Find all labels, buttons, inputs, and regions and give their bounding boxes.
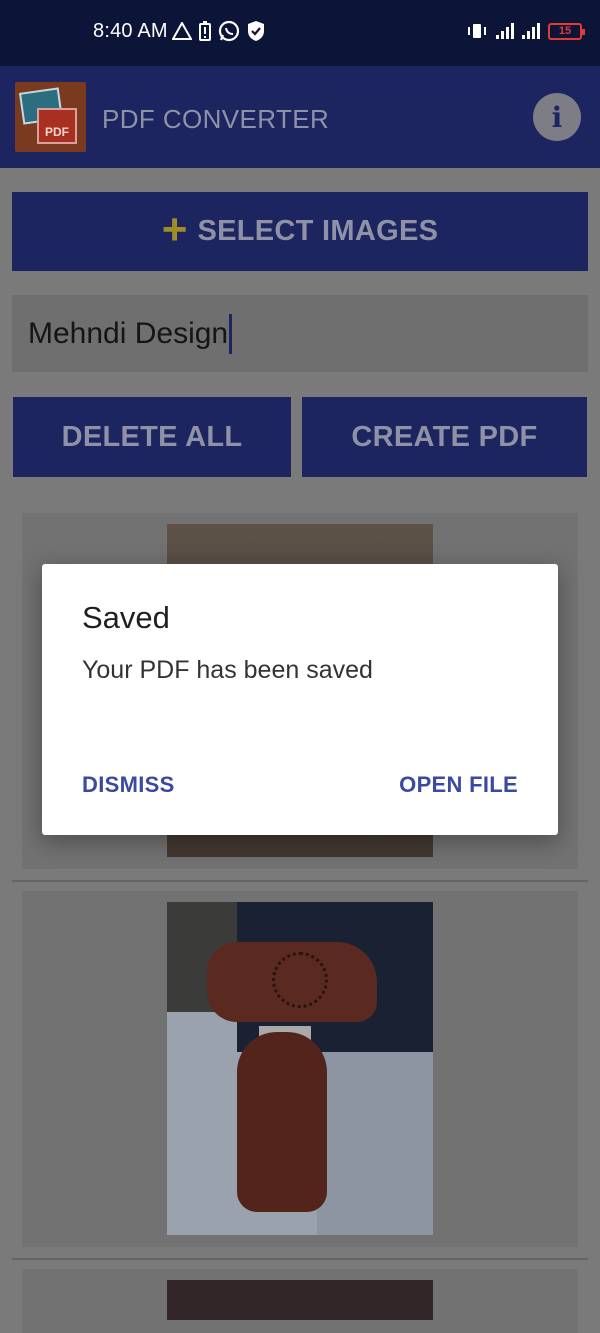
pdf-name-value: Mehndi Design bbox=[28, 316, 229, 350]
delete-all-label: DELETE ALL bbox=[61, 420, 243, 453]
app-bar: PDF PDF CONVERTER i bbox=[0, 66, 600, 168]
create-pdf-button[interactable]: CREATE PDF bbox=[302, 397, 587, 477]
saved-dialog: Saved Your PDF has been saved DISMISS OP… bbox=[42, 564, 558, 835]
whatsapp-icon bbox=[218, 20, 240, 42]
logo-pdf-icon: PDF bbox=[37, 108, 77, 144]
delete-all-button[interactable]: DELETE ALL bbox=[13, 397, 291, 477]
vibrate-icon bbox=[468, 24, 486, 38]
divider bbox=[12, 1258, 588, 1260]
status-icons-left bbox=[172, 20, 266, 42]
text-caret bbox=[229, 313, 233, 354]
thumb-mandala bbox=[272, 952, 328, 1008]
signal-icon-1 bbox=[496, 23, 514, 39]
status-bar: 8:40 AM 15 bbox=[0, 0, 600, 66]
warning-icon bbox=[172, 22, 192, 40]
image-thumbnail-2 bbox=[167, 902, 433, 1235]
app-logo: PDF bbox=[15, 82, 86, 152]
app-title: PDF CONVERTER bbox=[102, 104, 330, 134]
battery-alert-icon bbox=[199, 21, 211, 41]
battery-level: 15 bbox=[558, 25, 572, 37]
plus-icon: + bbox=[161, 204, 188, 254]
open-file-button[interactable]: OPEN FILE bbox=[399, 772, 518, 798]
create-pdf-label: CREATE PDF bbox=[351, 420, 538, 453]
divider bbox=[12, 880, 588, 882]
shield-icon bbox=[248, 21, 264, 41]
thumb-dress-shade bbox=[317, 1032, 433, 1235]
select-images-label: SELECT IMAGES bbox=[197, 215, 439, 247]
logo-text: PDF bbox=[45, 125, 69, 139]
signal-icon-2 bbox=[522, 23, 540, 39]
image-thumbnail-3 bbox=[167, 1280, 433, 1320]
dialog-message: Your PDF has been saved bbox=[82, 656, 373, 684]
select-images-button[interactable]: + SELECT IMAGES bbox=[12, 192, 588, 271]
dialog-title: Saved bbox=[82, 600, 170, 635]
battery-icon: 15 bbox=[548, 22, 585, 40]
info-icon[interactable]: i bbox=[533, 93, 581, 141]
thumb-hand-bottom bbox=[237, 1032, 327, 1212]
status-icons-right: 15 bbox=[466, 22, 585, 40]
status-time: 8:40 AM bbox=[93, 20, 168, 42]
pdf-name-input[interactable]: Mehndi Design bbox=[12, 295, 588, 372]
dismiss-button[interactable]: DISMISS bbox=[82, 772, 175, 798]
